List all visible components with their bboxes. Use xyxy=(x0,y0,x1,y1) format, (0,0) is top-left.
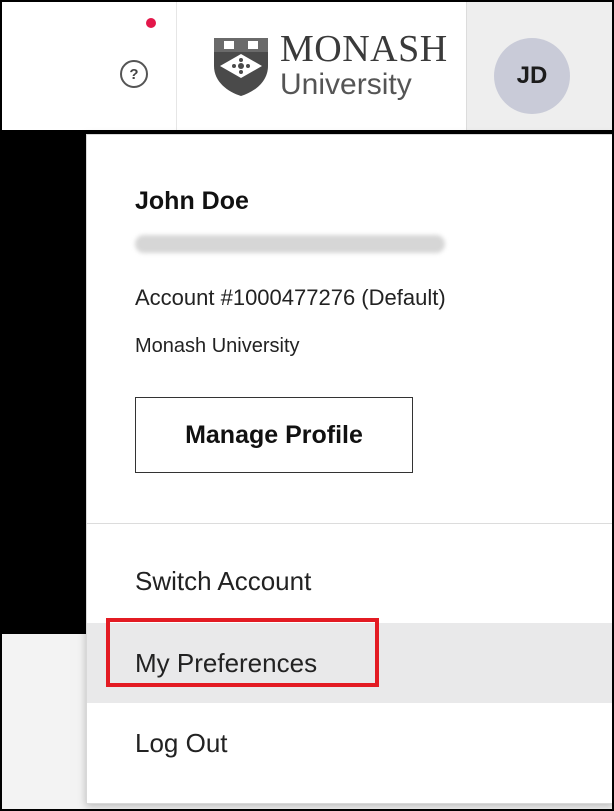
screenshot-border xyxy=(0,0,614,811)
